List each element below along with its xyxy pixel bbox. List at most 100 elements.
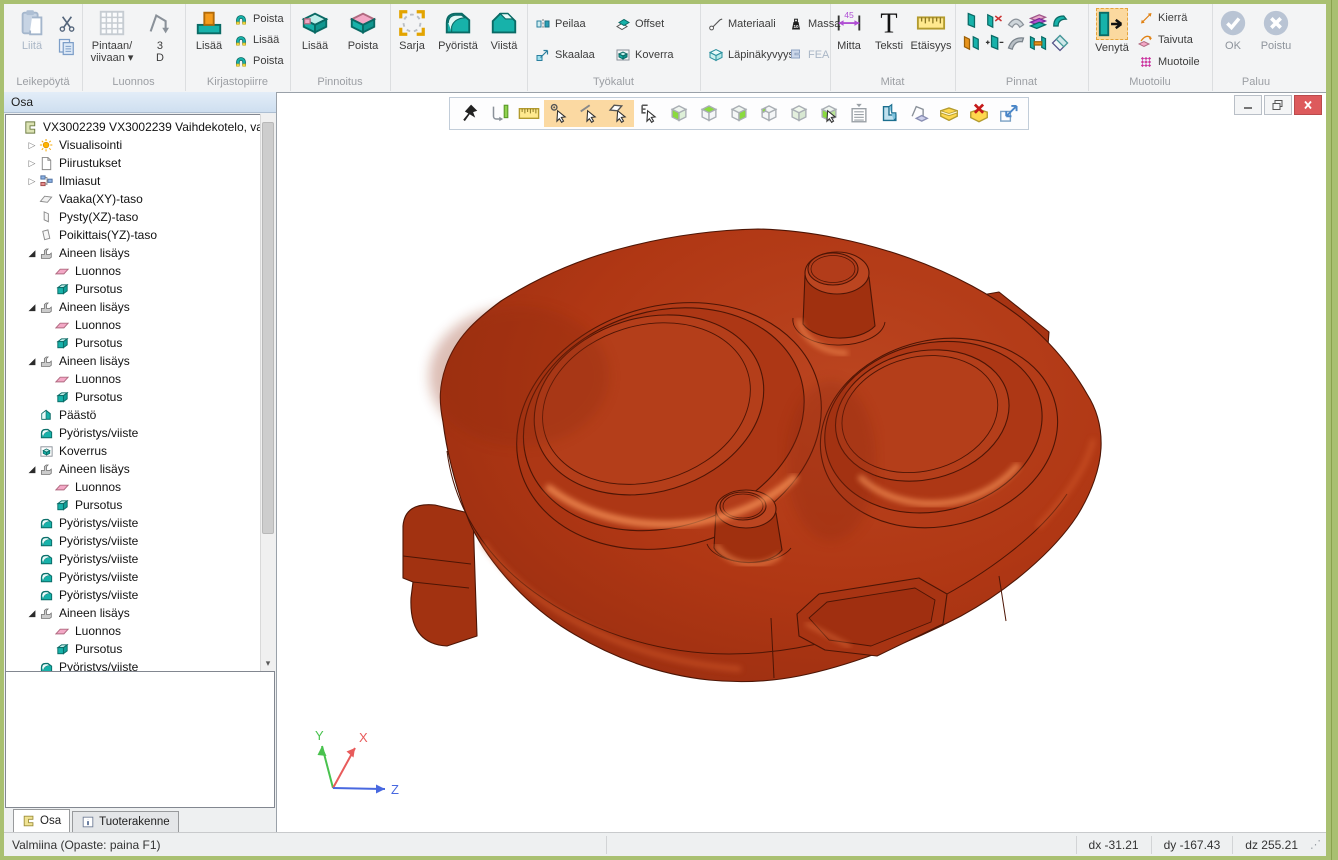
fit-view-tool[interactable] (996, 100, 1022, 127)
dimension-button[interactable]: 45 Mitta (830, 8, 868, 72)
tree-item[interactable]: Luonnos (6, 316, 274, 334)
bend-button[interactable]: Taivuta (1138, 30, 1200, 49)
minimize-button[interactable] (1234, 95, 1262, 115)
library-add-button[interactable]: Lisää (187, 8, 231, 72)
ok-button[interactable]: OK (1214, 8, 1252, 72)
face-erase-icon[interactable] (1050, 33, 1070, 53)
tree-item[interactable]: ▷Ilmiasut (6, 172, 274, 190)
tree-item[interactable]: ◢Aineen lisäys (6, 352, 274, 370)
pin-tool[interactable] (456, 100, 482, 127)
tree-item[interactable]: Pyöristys/viiste (6, 658, 274, 672)
tree-item[interactable]: Pursotus (6, 496, 274, 514)
resize-grip[interactable]: ⋰ (1310, 836, 1326, 854)
tree-item[interactable]: ▷Piirustukset (6, 154, 274, 172)
tree-item[interactable]: ◢Aineen lisäys (6, 244, 274, 262)
tree-item[interactable]: Pursotus (6, 334, 274, 352)
face-curved-icon[interactable] (1006, 33, 1026, 53)
offset-button[interactable]: Offset (615, 14, 674, 33)
tree-item[interactable]: Pyöristys/viiste (6, 586, 274, 604)
scale-button[interactable]: Skaalaa (535, 45, 595, 64)
face-display-right[interactable] (726, 100, 752, 127)
tree-item[interactable]: Pursotus (6, 280, 274, 298)
tree-item[interactable]: Luonnos (6, 622, 274, 640)
track-tool[interactable] (486, 100, 512, 127)
face-layers-icon[interactable] (1028, 11, 1048, 31)
cut-icon[interactable] (57, 13, 77, 33)
close-button[interactable] (1294, 95, 1322, 115)
library-remove-button[interactable]: Poista (233, 9, 284, 28)
tree-item[interactable]: Pursotus (6, 640, 274, 658)
tray-delete-tool[interactable] (966, 100, 992, 127)
sketch-plane-tool[interactable] (906, 100, 932, 127)
tree-item[interactable]: Pyöristys/viiste (6, 550, 274, 568)
tree-twisty-collapsed[interactable]: ▷ (26, 158, 38, 169)
extrude-tool[interactable] (876, 100, 902, 127)
tree-twisty-collapsed[interactable]: ▷ (26, 176, 38, 187)
tree-item[interactable]: Luonnos (6, 478, 274, 496)
pattern-button[interactable]: Sarja (392, 8, 432, 72)
mirror-button[interactable]: Peilaa (535, 14, 595, 33)
tree-item[interactable]: ▷Visualisointi (6, 136, 274, 154)
exit-button[interactable]: Poistu (1254, 8, 1298, 72)
viewport-3d[interactable]: Y X Z (276, 92, 1326, 832)
tree-item[interactable]: Koverrus (6, 442, 274, 460)
tree-item[interactable]: ◢Aineen lisäys (6, 298, 274, 316)
tree-twisty-expanded[interactable]: ◢ (26, 608, 38, 619)
face-move-icon[interactable] (984, 33, 1004, 53)
model-3d-gearbox-cover[interactable] (399, 226, 1109, 691)
solid-display[interactable] (786, 100, 812, 127)
material-button[interactable]: Materiaali (708, 14, 794, 33)
panel-tab-tuoterakenne[interactable]: Tuoterakenne (72, 811, 179, 832)
restore-button[interactable] (1264, 95, 1292, 115)
scrollbar-thumb[interactable] (262, 122, 274, 534)
twist-button[interactable]: Kierrä (1138, 8, 1200, 27)
tree-item[interactable]: Luonnos (6, 262, 274, 280)
library-add2-button[interactable]: Lisää (233, 30, 284, 49)
tree-item[interactable]: ◢Aineen lisäys (6, 604, 274, 622)
face-tool-icon[interactable] (962, 11, 982, 31)
copy-icon[interactable] (57, 37, 77, 57)
tree-twisty-expanded[interactable]: ◢ (26, 248, 38, 259)
stretch-button[interactable]: Venytä (1090, 8, 1134, 72)
deform-button[interactable]: Muotoile (1138, 52, 1200, 71)
select-edge-filter[interactable] (574, 100, 604, 127)
tree-item[interactable]: ◢Aineen lisäys (6, 460, 274, 478)
sketch-on-face-button[interactable]: Pintaan/viivaan ▾ (86, 8, 138, 72)
transparency-button[interactable]: Läpinäkyvyys (708, 45, 794, 64)
tree-scrollbar[interactable]: ▾ (260, 114, 275, 671)
distance-button[interactable]: Etäisyys (908, 8, 954, 72)
list-menu[interactable] (846, 100, 872, 127)
library-remove2-button[interactable]: Poista (233, 51, 284, 70)
hollow-button[interactable]: Koverra (615, 45, 674, 64)
fillet-button[interactable]: Pyöristä (432, 8, 484, 72)
tree-item[interactable]: Poikittais(YZ)-taso (6, 226, 274, 244)
tree-item[interactable]: Pyöristys/viiste (6, 514, 274, 532)
face-display-back[interactable] (756, 100, 782, 127)
tree-item[interactable]: Pyöristys/viiste (6, 424, 274, 442)
face-dome-icon[interactable] (1006, 11, 1026, 31)
sketch-3d-button[interactable]: 3D (140, 8, 180, 72)
face-display-front[interactable] (666, 100, 692, 127)
surface-add-button[interactable]: Lisää (292, 8, 338, 72)
tree-item[interactable]: Pysty(XZ)-taso (6, 208, 274, 226)
panel-tab-osa[interactable]: Osa (13, 809, 70, 832)
chamfer-button[interactable]: Viistä (484, 8, 524, 72)
tree-twisty-expanded[interactable]: ◢ (26, 302, 38, 313)
tree-twisty-collapsed[interactable]: ▷ (26, 140, 38, 151)
solid-pick[interactable] (816, 100, 842, 127)
tree-item[interactable]: Luonnos (6, 370, 274, 388)
tree-item[interactable]: Pursotus (6, 388, 274, 406)
tree-item[interactable]: Päästö (6, 406, 274, 424)
face-pair-icon[interactable] (962, 33, 982, 53)
tree-item[interactable]: Pyöristys/viiste (6, 568, 274, 586)
select-face-filter[interactable] (604, 100, 634, 127)
measure-tool[interactable] (516, 100, 542, 127)
text-button[interactable]: T Teksti (870, 8, 908, 72)
face-join-icon[interactable] (1028, 33, 1048, 53)
select-feature-filter[interactable] (636, 100, 662, 127)
scrollbar-down-arrow[interactable]: ▾ (261, 656, 275, 671)
surface-remove-button[interactable]: Poista (340, 8, 386, 72)
tree-item-root[interactable]: VX3002239 VX3002239 Vaihdekotelo, valu (6, 118, 274, 136)
select-point-filter[interactable] (544, 100, 574, 127)
face-display-top[interactable] (696, 100, 722, 127)
